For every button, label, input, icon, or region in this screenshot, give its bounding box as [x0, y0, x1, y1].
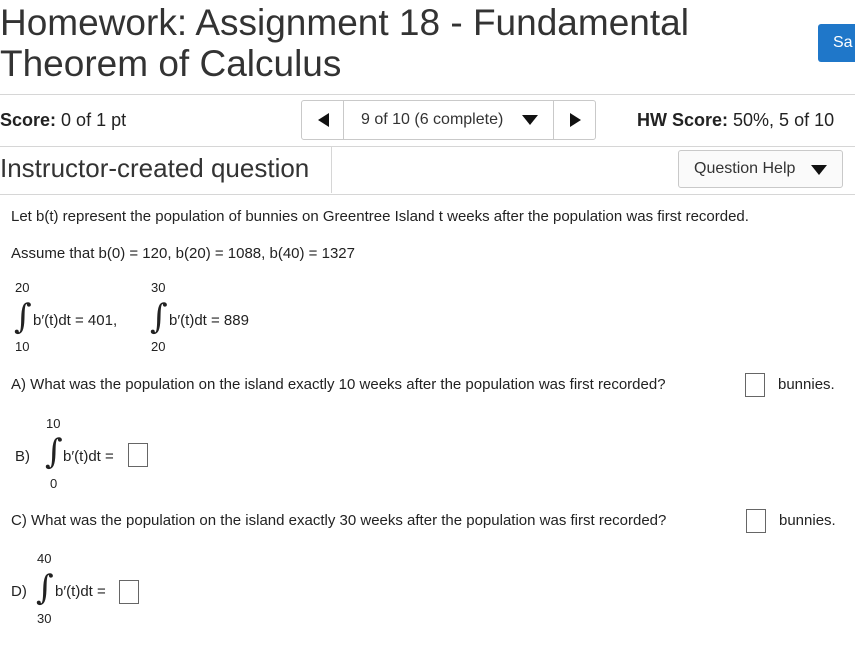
score-label: Score:	[0, 110, 57, 130]
part-d-expression: b′(t)dt =	[55, 583, 106, 600]
score-value: 0 of 1 pt	[61, 110, 127, 130]
question-help-label: Question Help	[694, 160, 796, 177]
question-selector-dropdown[interactable]: 9 of 10 (6 complete)	[344, 101, 555, 139]
question-navigator: 9 of 10 (6 complete)	[301, 100, 596, 140]
integral-sign-icon: ∫	[36, 568, 54, 608]
triangle-down-icon	[522, 115, 538, 125]
integral-upper-limit: 30	[151, 280, 166, 295]
hw-score-label: HW Score:	[637, 110, 729, 130]
part-a-question: A) What was the population on the island…	[11, 376, 666, 393]
hw-score-value: 50%, 5 of 10	[733, 110, 835, 130]
integral-lower-limit: 0	[50, 476, 58, 491]
integral-lower-limit: 30	[37, 611, 52, 626]
given-integral-expression: b′(t)dt = 401,	[33, 312, 118, 329]
part-b-answer-input[interactable]	[128, 443, 148, 467]
given-integral-expression: b′(t)dt = 889	[169, 312, 249, 329]
integral-upper-limit: 10	[46, 416, 61, 431]
integral-upper-limit: 20	[15, 280, 30, 295]
integral-sign-icon: ∫	[45, 432, 63, 472]
triangle-down-icon	[811, 165, 827, 175]
divider	[0, 94, 855, 95]
part-c-answer-input[interactable]	[746, 509, 766, 533]
next-question-button[interactable]	[553, 101, 595, 139]
part-b-label: B)	[15, 448, 30, 465]
previous-question-button[interactable]	[302, 101, 344, 139]
page-title: Homework: Assignment 18 - Fundamental Th…	[0, 2, 689, 84]
question-intro: Let b(t) represent the population of bun…	[11, 208, 749, 225]
part-d-label: D)	[11, 583, 27, 600]
divider	[331, 146, 332, 193]
question-assumption: Assume that b(0) = 120, b(20) = 1088, b(…	[11, 245, 355, 262]
integral-upper-limit: 40	[37, 551, 52, 566]
triangle-right-icon	[570, 113, 581, 127]
save-button[interactable]: Sa	[818, 24, 855, 62]
question-type-label: Instructor-created question	[0, 153, 310, 183]
divider	[0, 146, 855, 147]
integral-lower-limit: 10	[15, 339, 30, 354]
part-a-answer-input[interactable]	[745, 373, 765, 397]
score-display: Score: 0 of 1 pt	[0, 108, 126, 132]
integral-lower-limit: 20	[151, 339, 166, 354]
part-d-answer-input[interactable]	[119, 580, 139, 604]
hw-score-display: HW Score: 50%, 5 of 10	[637, 108, 834, 132]
part-b-expression: b′(t)dt =	[63, 448, 114, 465]
integral-sign-icon: ∫	[14, 297, 32, 337]
part-c-unit: bunnies.	[779, 512, 836, 529]
part-c-question: C) What was the population on the island…	[11, 512, 667, 529]
question-selector-label: 9 of 10 (6 complete)	[361, 111, 504, 128]
part-a-unit: bunnies.	[778, 376, 835, 393]
triangle-left-icon	[318, 113, 329, 127]
divider	[0, 194, 855, 195]
question-help-button[interactable]: Question Help	[678, 150, 843, 188]
integral-sign-icon: ∫	[150, 297, 168, 337]
